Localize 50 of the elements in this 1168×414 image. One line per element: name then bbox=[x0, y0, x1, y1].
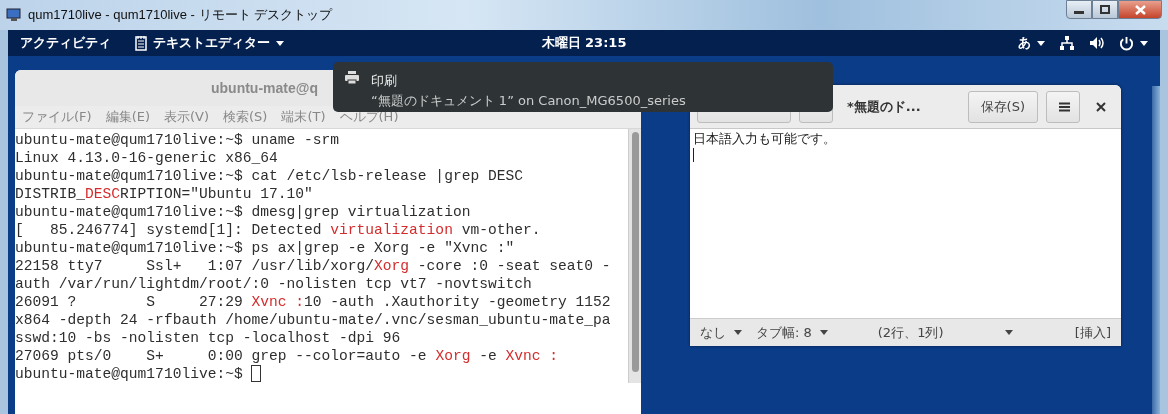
terminal-line: [ 85.246774] systemd[1]: Detected virtualization vm-other. bbox=[15, 221, 542, 239]
save-button[interactable]: 保存(S) bbox=[967, 90, 1038, 123]
scrollbar[interactable] bbox=[628, 129, 641, 383]
notification[interactable]: 印刷 “無題のドキュメント 1” on Canon_MG6500_series bbox=[333, 62, 833, 112]
terminal-line: ubuntu-mate@qum1710live:~$ ps ax|grep -e Xorg -e "Xvnc :" bbox=[15, 239, 516, 257]
terminal-line: 26091 ? S 27:29 Xvnc :10 -auth .Xauthority -geometry 1152 bbox=[15, 293, 612, 311]
document-text: 日本語入力も可能です。 bbox=[693, 131, 836, 146]
text-area[interactable]: 日本語入力も可能です。 bbox=[690, 129, 1121, 318]
minimize-button[interactable] bbox=[1066, 0, 1092, 19]
terminal-line: ubuntu-mate@qum1710live:~$ uname -srm bbox=[15, 131, 341, 149]
power-menu[interactable] bbox=[1119, 35, 1148, 51]
close-icon bbox=[1096, 101, 1106, 112]
terminal-line: 27069 pts/0 S+ 0:00 grep --color=auto -e Xorg -e Xvnc : bbox=[15, 347, 559, 365]
maximize-button[interactable] bbox=[1092, 0, 1118, 19]
notepad-icon bbox=[135, 35, 147, 51]
document-title: *無題のド... bbox=[847, 97, 921, 116]
app-menu[interactable]: テキストエディター bbox=[135, 33, 284, 53]
network-icon[interactable] bbox=[1059, 35, 1075, 51]
terminal-line: sswd:10 -bs -nolisten tcp -localhost -dpi 96 bbox=[15, 329, 402, 347]
terminal-line: ubuntu-mate@qum1710live:~$ dmesg|grep virtualization bbox=[15, 203, 472, 221]
monitor-icon bbox=[6, 8, 22, 22]
caret-icon[interactable] bbox=[1005, 330, 1014, 335]
terminal-line: ubuntu-mate@qum1710live:~$ bbox=[15, 365, 628, 383]
scrollbar-thumb[interactable] bbox=[631, 132, 639, 372]
terminal-line: auth /var/run/lightdm/root/:0 -nolisten tcp vt7 -novtswitch bbox=[15, 275, 533, 293]
power-icon bbox=[1119, 35, 1134, 51]
close-button[interactable] bbox=[1118, 0, 1162, 19]
menu-icon bbox=[1059, 102, 1070, 113]
status-text: [挿入] bbox=[1074, 323, 1111, 342]
clock[interactable]: 木曜日 23:15 bbox=[541, 33, 627, 53]
status-dropdown[interactable]: なし bbox=[700, 322, 742, 343]
activities-button[interactable]: アクティビティ bbox=[20, 33, 111, 53]
notification-title: 印刷 bbox=[371, 72, 398, 90]
terminal-line: x864 -depth 24 -rfbauth /home/ubuntu-mate/.vnc/sesman_ubuntu-mate_pa bbox=[15, 311, 612, 329]
notification-message: “無題のドキュメント 1” on Canon_MG6500_series bbox=[371, 91, 686, 110]
status-text: (2行、1列) bbox=[877, 323, 944, 342]
menu-button[interactable] bbox=[1046, 90, 1080, 123]
window-title: ubuntu-mate@q bbox=[211, 78, 318, 98]
terminal-line: DISTRIB_DESCRIPTION="Ubuntu 17.10" bbox=[15, 185, 314, 203]
maximize-icon bbox=[1100, 5, 1110, 14]
text-cursor bbox=[693, 148, 694, 162]
close-icon bbox=[1134, 4, 1146, 15]
terminal-line: Linux 4.13.0-16-generic x86_64 bbox=[15, 149, 279, 167]
window-title: qum1710live - qum1710live - リモート デスクトップ bbox=[28, 6, 333, 25]
terminal-line: ubuntu-mate@qum1710live:~$ cat /etc/lsb-release |grep DESC bbox=[15, 167, 524, 185]
terminal-line: 22158 tty7 Ssl+ 1:07 /usr/lib/xorg/Xorg -core :0 -seat seat0 - bbox=[15, 257, 612, 275]
volume-icon[interactable] bbox=[1089, 36, 1105, 50]
printer-icon bbox=[345, 71, 359, 85]
status-dropdown[interactable]: タブ幅: 8 bbox=[756, 322, 828, 343]
input-method-menu[interactable]: あ bbox=[1018, 33, 1045, 53]
